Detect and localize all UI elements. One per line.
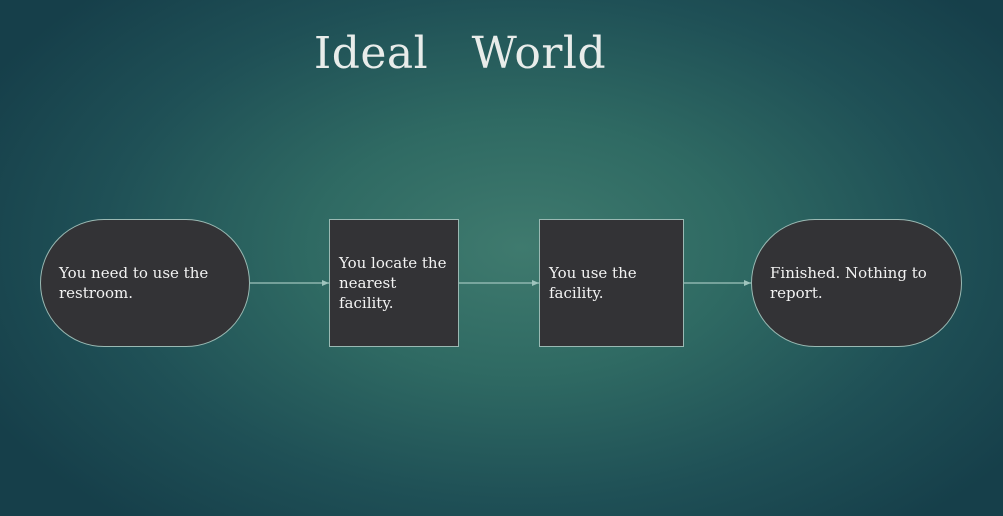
process-use-facility: You use the facility. xyxy=(539,219,684,347)
slide: Ideal World You need to use the restroom… xyxy=(0,0,1003,516)
node-text-need: You need to use the restroom. xyxy=(59,264,209,302)
node-text-use: You use the facility. xyxy=(549,264,637,302)
process-locate-facility: You locate the nearest facility. xyxy=(329,219,459,347)
terminator-end: Finished. Nothing to report. xyxy=(751,219,962,347)
node-text-finished: Finished. Nothing to report. xyxy=(770,264,927,302)
terminator-start: You need to use the restroom. xyxy=(40,219,250,347)
node-text-locate: You locate the nearest facility. xyxy=(339,254,447,312)
